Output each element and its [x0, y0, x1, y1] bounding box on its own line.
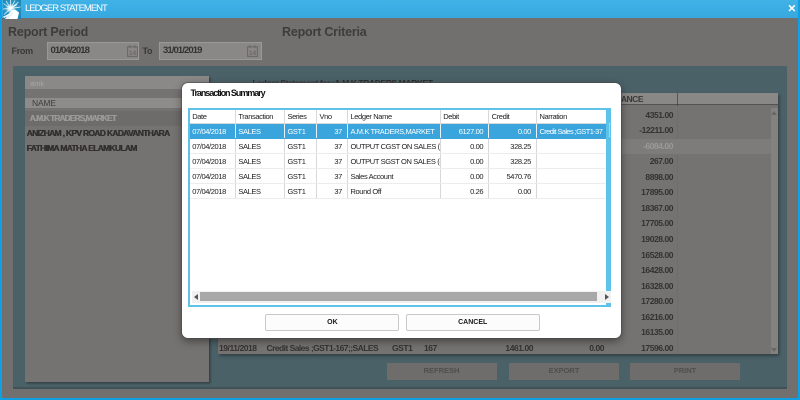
svg-text:14: 14 — [128, 50, 136, 57]
svg-text:14: 14 — [249, 50, 257, 57]
